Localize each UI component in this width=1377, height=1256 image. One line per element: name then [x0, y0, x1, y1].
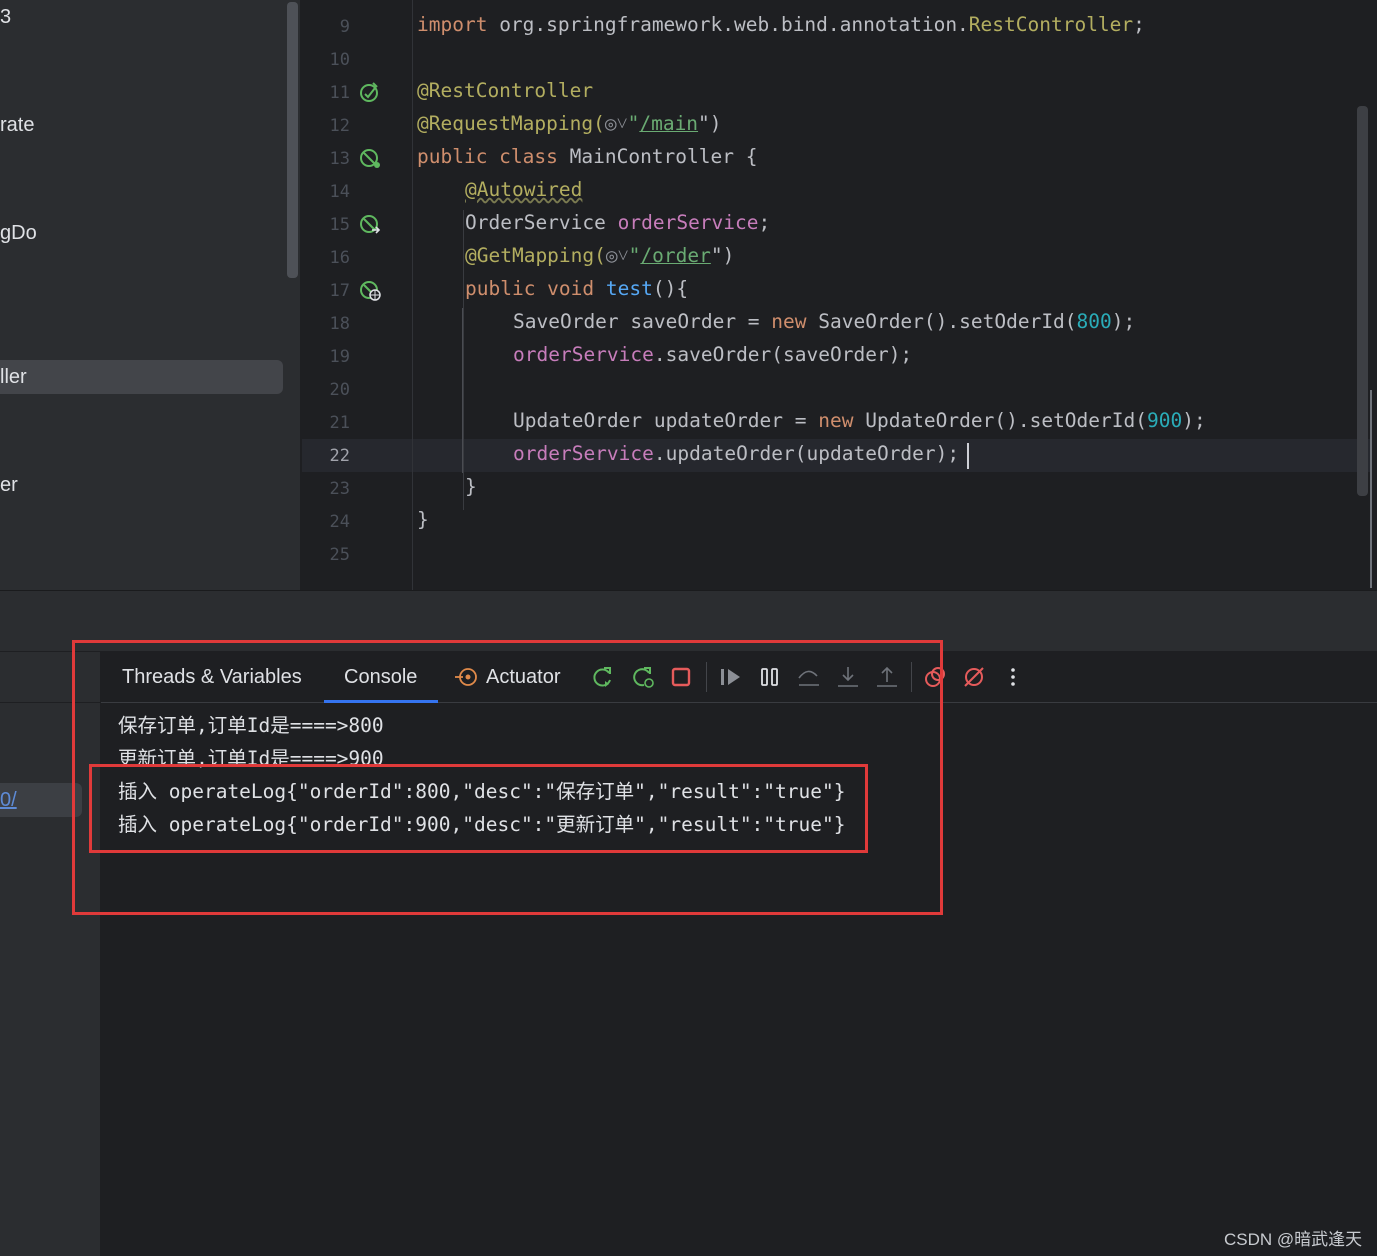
url-hint-icon[interactable]: ◎˅ — [606, 244, 629, 267]
more-icon[interactable] — [1000, 664, 1026, 690]
code-line-11[interactable]: @RestController — [417, 79, 593, 102]
code-line-9[interactable]: import org.springframework.web.bind.anno… — [417, 13, 1145, 36]
line-number: 18 — [329, 314, 350, 334]
code-line-15[interactable]: OrderService orderService; — [465, 211, 770, 234]
code-token: orderService — [617, 211, 759, 234]
sidebar-item[interactable]: 3 — [0, 6, 11, 29]
code-token: ); — [1111, 310, 1136, 333]
line-number: 24 — [329, 512, 350, 532]
code-token: orderService — [513, 343, 654, 366]
code-token: RestController — [968, 13, 1134, 36]
request-mapping-globe-icon[interactable] — [359, 279, 381, 301]
code-token: 800 — [1076, 310, 1112, 333]
code-token: UpdateOrder().setOderId( — [853, 409, 1147, 432]
code-token: MainController { — [569, 145, 758, 168]
spring-bean-icon[interactable] — [359, 147, 381, 169]
code-token: .saveOrder(saveOrder); — [653, 343, 913, 366]
code-token: SaveOrder saveOrder = — [513, 310, 772, 333]
code-line-14[interactable]: @Autowired — [465, 178, 582, 201]
mute-breakpoints-icon[interactable] — [961, 664, 987, 690]
sidebar-scrollbar[interactable] — [287, 2, 298, 278]
project-sidebar: 3 rate gDo ller er — [0, 0, 300, 590]
code-token: @GetMapping( — [465, 244, 606, 267]
code-line-23[interactable]: } — [465, 475, 477, 498]
code-token: OrderService — [465, 211, 618, 234]
line-number: 13 — [329, 149, 350, 169]
code-token: public class — [417, 145, 570, 168]
line-number: 15 — [329, 215, 350, 235]
code-token: " — [628, 244, 641, 267]
line-number: 17 — [329, 281, 350, 301]
code-token: public void — [465, 277, 606, 300]
code-token: UpdateOrder updateOrder = — [513, 409, 819, 432]
line-number: 12 — [329, 116, 350, 136]
code-token: ); — [1182, 409, 1206, 432]
code-line-24[interactable]: } — [417, 508, 429, 531]
code-token: @RequestMapping( — [417, 112, 605, 135]
code-line-18[interactable]: SaveOrder saveOrder = new SaveOrder().se… — [513, 310, 1135, 333]
line-number: 25 — [329, 545, 350, 565]
indent-guide — [463, 210, 464, 510]
code-line-17[interactable]: public void test(){ — [465, 277, 688, 300]
text-caret — [967, 443, 969, 469]
editor-scrollbar[interactable] — [1357, 106, 1368, 496]
sidebar-selected-row[interactable] — [0, 360, 283, 394]
code-line-19[interactable]: orderService.saveOrder(saveOrder); — [513, 343, 912, 366]
code-token: " — [627, 112, 640, 135]
spring-bean-icon[interactable] — [359, 81, 381, 103]
code-line-13[interactable]: public class MainController { — [417, 145, 757, 168]
code-line-22[interactable]: orderService.updateOrder(updateOrder); — [513, 442, 959, 465]
mapping-path-link[interactable]: /main — [639, 112, 698, 135]
code-token: ") — [710, 244, 735, 267]
code-token: ; — [1133, 13, 1145, 36]
sidebar-item[interactable]: gDo — [0, 222, 37, 245]
sidebar-item-selected[interactable]: ller — [0, 366, 27, 389]
code-line-16[interactable]: @GetMapping(◎˅"/order") — [465, 244, 734, 268]
line-number: 9 — [339, 17, 350, 37]
line-number: 23 — [329, 479, 350, 499]
sidebar-item[interactable]: er — [0, 474, 18, 497]
line-number: 21 — [329, 413, 350, 433]
code-token: org.springframework.web.bind.annotation. — [487, 13, 969, 36]
code-token: test — [605, 277, 653, 300]
highlight-box-inner — [89, 764, 868, 853]
gutter-separator — [412, 0, 413, 590]
code-token: .updateOrder(updateOrder); — [653, 442, 960, 465]
line-number: 14 — [329, 182, 350, 202]
mapping-path-link[interactable]: /order — [640, 244, 710, 267]
line-number: 11 — [329, 83, 350, 103]
code-token: ") — [698, 112, 722, 135]
code-token: ; — [758, 211, 771, 234]
code-token: 900 — [1146, 409, 1183, 432]
autowired-navigate-icon[interactable] — [359, 213, 381, 235]
code-token: SaveOrder().setOderId( — [806, 310, 1077, 333]
code-token: (){ — [652, 277, 689, 300]
line-number-current: 22 — [329, 446, 350, 466]
sidebar-item[interactable]: rate — [0, 114, 34, 137]
line-number: 20 — [329, 380, 350, 400]
editor-right-edge — [1370, 390, 1372, 588]
code-token: new — [818, 409, 854, 432]
line-number: 10 — [329, 50, 350, 70]
code-token: orderService — [513, 442, 654, 465]
code-line-21[interactable]: UpdateOrder updateOrder = new UpdateOrde… — [513, 409, 1206, 432]
debug-frame-link[interactable]: 0/ — [0, 789, 17, 812]
line-number: 19 — [329, 347, 350, 367]
watermark: CSDN @暗武逢天 — [1224, 1230, 1363, 1249]
line-number: 16 — [329, 248, 350, 268]
url-hint-icon[interactable]: ◎˅ — [605, 112, 628, 135]
code-line-12[interactable]: @RequestMapping(◎˅"/main") — [417, 112, 722, 136]
code-token: new — [771, 310, 807, 333]
indent-guide — [462, 308, 463, 473]
code-token: import — [417, 13, 488, 36]
